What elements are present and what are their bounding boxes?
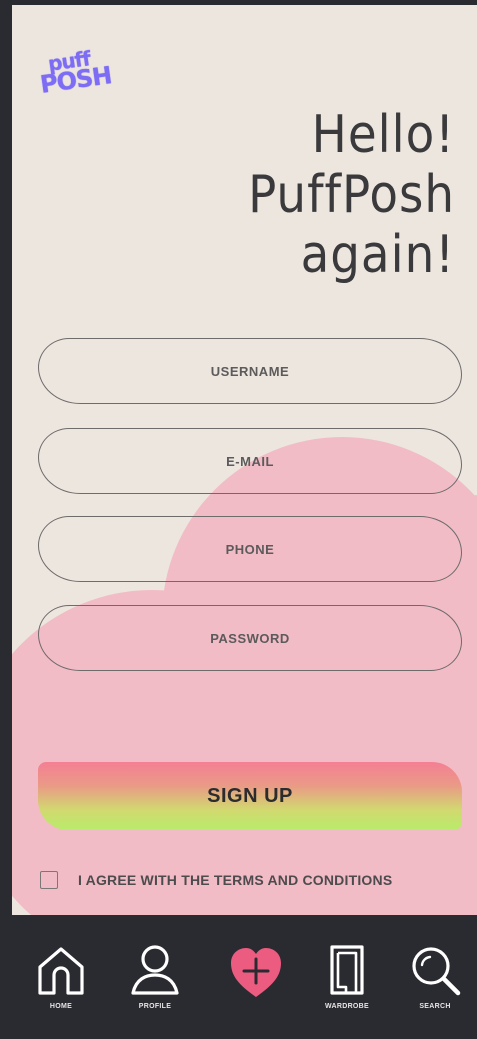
nav-item-wardrobe[interactable]: WARDROBE — [312, 943, 382, 1010]
nav-item-profile[interactable]: PROFILE — [120, 943, 190, 1010]
nav-label-search: SEARCH — [419, 1003, 451, 1010]
profile-icon — [131, 945, 179, 995]
sign-up-label: SIGN UP — [207, 784, 293, 807]
password-field[interactable]: PASSWORD — [38, 605, 462, 671]
signup-screen: puff POSH Hello! PuffPosh again! USERNAM… — [12, 5, 477, 915]
title-line-3: again! — [300, 225, 455, 285]
nav-label-profile: PROFILE — [138, 1003, 172, 1010]
username-field[interactable]: USERNAME — [38, 338, 462, 404]
title-line-1: Hello! — [311, 105, 455, 165]
nav-item-home[interactable]: HOME — [26, 943, 96, 1010]
phone-field[interactable]: PHONE — [38, 516, 462, 582]
nav-item-search[interactable]: SEARCH — [400, 943, 470, 1010]
page-title: Hello! PuffPosh again! — [55, 105, 455, 285]
terms-checkbox[interactable] — [40, 871, 58, 889]
email-field[interactable]: E-MAIL — [38, 428, 462, 494]
app-logo: puff POSH — [38, 46, 118, 99]
add-heart-icon — [231, 948, 281, 997]
nav-item-add[interactable] — [221, 943, 291, 1001]
title-line-2: PuffPosh — [248, 165, 455, 225]
email-placeholder: E-MAIL — [226, 453, 274, 469]
terms-label: I AGREE WITH THE TERMS AND CONDITIONS — [78, 872, 393, 888]
bottom-nav: HOME PROFILE WARDROBE SEARCH — [12, 915, 477, 1039]
terms-row: I AGREE WITH THE TERMS AND CONDITIONS — [40, 871, 392, 889]
wardrobe-icon — [330, 945, 364, 995]
sign-up-button[interactable]: SIGN UP — [38, 762, 462, 830]
search-icon — [412, 947, 461, 996]
username-placeholder: USERNAME — [210, 363, 290, 379]
home-icon — [38, 947, 84, 995]
nav-label-home: HOME — [49, 1003, 73, 1010]
phone-placeholder: PHONE — [225, 541, 275, 557]
password-placeholder: PASSWORD — [210, 630, 290, 646]
nav-label-wardrobe: WARDROBE — [324, 1003, 369, 1010]
